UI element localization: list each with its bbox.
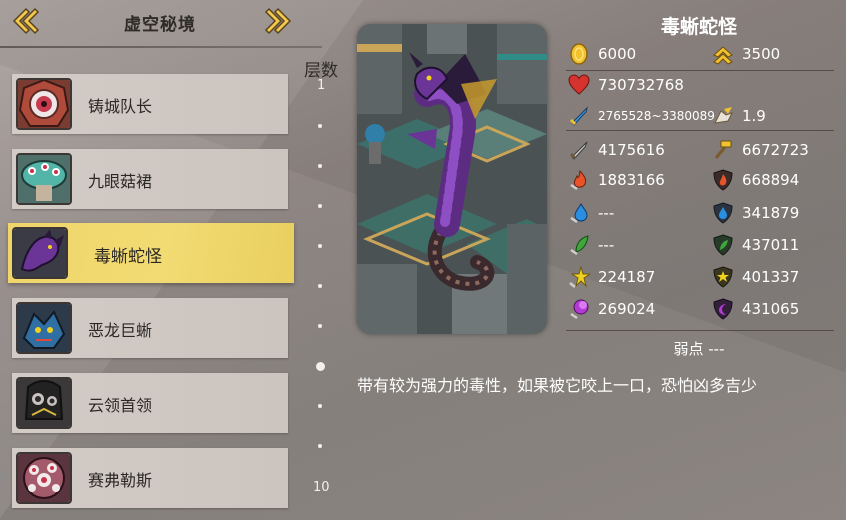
dungeon-title: 虚空秘境 [124, 15, 196, 35]
stat-water-atk-value: --- [598, 204, 615, 222]
stat-light-def: 401337 [712, 265, 832, 289]
rank-chevron-icon [713, 46, 733, 65]
double-chevron-left-icon [12, 7, 40, 35]
stat-dark-atk: 269024 [568, 297, 698, 321]
stat-speed: 1.9 [712, 104, 832, 128]
monster-item-1[interactable]: 九眼菇裙 [12, 149, 288, 209]
stats-divider [566, 70, 834, 71]
dark-attack-icon [570, 299, 589, 320]
weakness-text: 弱点 --- [673, 340, 725, 358]
floor-last-number: 10 [313, 480, 330, 495]
monster-portrait [16, 78, 72, 130]
monster-artwork [357, 24, 547, 334]
winged-boot-icon [714, 107, 733, 124]
floor-dot[interactable] [318, 324, 322, 328]
stat-wood-def-value: 437011 [742, 236, 800, 254]
monster-name: 云领首领 [88, 396, 153, 415]
monster-portrait [16, 377, 72, 429]
stat-wood-def: 437011 [712, 233, 832, 257]
stat-dark-def: 431065 [712, 297, 832, 321]
stat-fire-def-value: 668894 [742, 171, 800, 189]
wood-attack-icon [570, 235, 589, 256]
stat-light-atk-value: 224187 [598, 268, 656, 286]
monster-name: 恶龙巨蜥 [88, 321, 153, 340]
floor-dot[interactable] [318, 444, 322, 448]
monster-item-3[interactable]: 恶龙巨蜥 [12, 298, 288, 358]
stat-hp-value: 730732768 [598, 76, 684, 94]
fire-attack-icon [570, 169, 587, 191]
monster-name: 毒蜥蛇怪 [94, 247, 162, 267]
light-shield-icon [713, 266, 733, 288]
stat-hp: 730732768 [568, 73, 768, 97]
monster-description: 带有较为强力的毒性，如果被它咬上一口，恐怕凶多吉少 [357, 376, 758, 395]
monster-item-5[interactable]: 赛弗勒斯 [12, 448, 288, 508]
floor-dot[interactable] [318, 284, 322, 288]
stat-water-atk: --- [568, 201, 698, 225]
monster-item-2[interactable]: 毒蜥蛇怪 [8, 223, 294, 283]
water-attack-icon [570, 203, 588, 224]
stat-water-def: 341879 [712, 201, 832, 225]
stat-gold-value: 6000 [598, 45, 637, 63]
monster-portrait [16, 302, 72, 354]
stat-light-atk: 224187 [568, 265, 698, 289]
floor-dot[interactable] [318, 204, 322, 208]
fire-shield-icon [713, 169, 733, 191]
floor-dot-current[interactable] [316, 362, 325, 371]
stats-divider [566, 130, 834, 131]
stat-fire-atk-value: 1883166 [598, 171, 665, 189]
stat-dark-atk-value: 269024 [598, 300, 656, 318]
monster-name: 赛弗勒斯 [88, 471, 153, 490]
stat-light-def-value: 401337 [742, 268, 800, 286]
floor-dot[interactable] [318, 124, 322, 128]
blue-sword-icon [569, 106, 588, 126]
stat-physical-atk-value: 4175616 [598, 141, 665, 159]
monster-detail-name: 毒蜥蛇怪 [660, 16, 737, 38]
floor-dot[interactable] [318, 244, 322, 248]
monster-portrait [16, 452, 72, 504]
sword-icon [569, 141, 588, 160]
floor-first-number: 1 [317, 78, 326, 93]
stat-fire-def: 668894 [712, 168, 832, 192]
gold-coin-icon [570, 43, 588, 65]
dark-shield-icon [713, 298, 733, 320]
wood-shield-icon [713, 234, 733, 256]
light-attack-icon [569, 266, 590, 288]
prev-dungeon-button[interactable] [10, 6, 40, 36]
stat-attack-range-value: 2765528~3380089 [598, 109, 715, 123]
monster-item-4[interactable]: 云领首领 [12, 373, 288, 433]
stat-exp-value: 3500 [742, 45, 781, 63]
monster-item-0[interactable]: 铸城队长 [12, 74, 288, 134]
stat-gold: 6000 [568, 42, 698, 66]
water-shield-icon [713, 202, 733, 224]
stats-divider [566, 330, 834, 331]
floor-dot[interactable] [318, 404, 322, 408]
monster-name: 九眼菇裙 [88, 172, 153, 191]
monster-portrait [16, 153, 72, 205]
stat-wood-atk: --- [568, 233, 698, 257]
stat-physical-def-value: 6672723 [742, 141, 809, 159]
stat-dark-def-value: 431065 [742, 300, 800, 318]
stat-physical-def: 6672723 [712, 138, 832, 162]
heart-icon [568, 74, 590, 95]
floor-dot[interactable] [318, 164, 322, 168]
next-dungeon-button[interactable] [264, 6, 294, 36]
monster-portrait [12, 227, 68, 279]
stat-speed-value: 1.9 [742, 107, 766, 125]
stat-water-def-value: 341879 [742, 204, 800, 222]
stat-physical-atk: 4175616 [568, 138, 698, 162]
stat-exp: 3500 [712, 42, 832, 66]
monster-name: 铸城队长 [88, 97, 153, 116]
stat-fire-atk: 1883166 [568, 168, 698, 192]
stat-attack-range: 2765528~3380089 [568, 104, 715, 128]
stat-wood-atk-value: --- [598, 236, 615, 254]
hammer-icon [714, 140, 732, 159]
double-chevron-right-icon [264, 7, 292, 35]
header-divider [0, 46, 322, 48]
